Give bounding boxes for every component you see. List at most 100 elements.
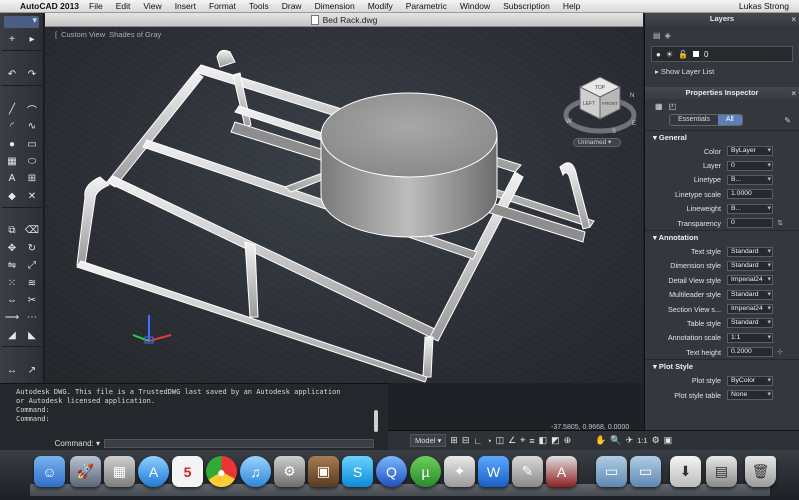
copy-icon[interactable]: ⧉ (2, 222, 22, 239)
prop-value-lineweight[interactable]: B... (727, 203, 773, 214)
chamfer-icon[interactable]: ◣ (22, 327, 42, 344)
rotate-icon[interactable]: ↻ (22, 240, 42, 257)
command-input[interactable] (104, 439, 374, 448)
zoom-icon[interactable]: 🔍 (610, 435, 621, 446)
prop-value-plot-style-table[interactable]: None (727, 390, 773, 401)
menu-subscription[interactable]: Subscription (503, 1, 550, 11)
leader-icon[interactable]: ↗ (22, 361, 42, 378)
prop-value-multileader-style[interactable]: Standard (727, 289, 773, 300)
chrome-icon[interactable]: ● (206, 456, 237, 487)
ortho-icon[interactable]: ∟ (473, 436, 482, 446)
current-layer-selector[interactable]: ● ☀ 🔓 0 (651, 46, 793, 62)
annotation-scale[interactable]: 1:1 (637, 436, 647, 445)
prop-value-annotation-scale[interactable]: 1:1 (727, 332, 773, 343)
break-icon[interactable]: ⋯ (22, 309, 42, 326)
prop-value-linetype-scale[interactable]: 1.0000 (727, 189, 773, 200)
stack-icon[interactable]: ▤ (706, 456, 737, 487)
growl-icon[interactable]: ✦ (444, 456, 475, 487)
tool-set-dropdown[interactable] (4, 15, 39, 28)
documents-folder-icon[interactable]: ▭ (630, 456, 661, 487)
hatch-icon[interactable]: ▦ (2, 153, 22, 170)
menu-view[interactable]: View (143, 1, 161, 11)
word-icon[interactable]: W (478, 456, 509, 487)
scale-icon[interactable]: ⤢ (22, 257, 42, 274)
quick-select-icon[interactable]: ◰ (669, 102, 677, 111)
move-icon[interactable]: ✥ (2, 240, 22, 257)
prop-value-linetype[interactable]: B... (727, 174, 773, 185)
new-layer-icon[interactable]: ▤ (653, 31, 661, 40)
prop-value-text-height[interactable]: 0.2000 (727, 347, 773, 358)
arc-icon[interactable]: ◜ (2, 118, 22, 135)
menu-edit[interactable]: Edit (116, 1, 131, 11)
otrack-icon[interactable]: ∠ (508, 435, 516, 446)
annotation-visibility-icon[interactable]: ✈ (626, 435, 634, 446)
workspace-icon[interactable]: ⚙ (652, 435, 660, 446)
prop-value-transparency[interactable]: 0 (727, 218, 773, 229)
edit-properties-icon[interactable]: ✎ (784, 116, 791, 125)
menu-draw[interactable]: Draw (282, 1, 302, 11)
section-plot-style[interactable]: ▾ Plot Style (645, 359, 799, 373)
ducs-icon[interactable]: ⌖ (520, 435, 525, 446)
grid-icon[interactable]: ⊞ (450, 435, 458, 446)
prop-value-text-style[interactable]: Standard (727, 246, 773, 257)
mission-control-icon[interactable]: ▦ (104, 456, 135, 487)
line-icon[interactable]: ╱ (2, 101, 22, 118)
command-scrollbar[interactable] (374, 410, 378, 432)
menu-format[interactable]: Format (209, 1, 236, 11)
menu-window[interactable]: Window (460, 1, 490, 11)
menu-parametric[interactable]: Parametric (406, 1, 447, 11)
trim-icon[interactable]: ✂ (22, 292, 42, 309)
prop-value-color[interactable]: ByLayer (727, 146, 773, 157)
quicktime-icon[interactable]: Q (376, 456, 407, 487)
erase-icon[interactable]: ⌫ (22, 222, 42, 239)
menu-tools[interactable]: Tools (249, 1, 269, 11)
menu-insert[interactable]: Insert (175, 1, 196, 11)
menu-dimension[interactable]: Dimension (315, 1, 355, 11)
applications-folder-icon[interactable]: ▭ (596, 456, 627, 487)
transparency-stepper-icon[interactable]: ⇅ (773, 219, 787, 227)
lineweight-icon[interactable]: ≡ (529, 436, 534, 446)
extend-icon[interactable]: ⟶ (2, 309, 22, 326)
prop-value-layer[interactable]: 0 (727, 160, 773, 171)
ucs-dropdown[interactable]: Unnamed ▾ (573, 138, 621, 147)
ellipse-icon[interactable]: ⬭ (22, 153, 42, 170)
clean-screen-icon[interactable]: ▣ (664, 435, 673, 446)
circle-icon[interactable]: ● (2, 135, 22, 152)
section-general[interactable]: ▾ General (645, 130, 799, 144)
autocad-icon[interactable]: A (546, 456, 577, 487)
text-icon[interactable]: A (2, 170, 22, 187)
stretch-icon[interactable]: ⇔ (2, 292, 22, 309)
preview-icon[interactable]: ✎ (512, 456, 543, 487)
prop-value-plot-style[interactable]: ByColor (727, 375, 773, 386)
offset-icon[interactable]: ≋ (22, 274, 42, 291)
menu-file[interactable]: File (89, 1, 103, 11)
launchpad-icon[interactable]: 🚀 (70, 456, 101, 487)
itunes-icon[interactable]: ♫ (240, 456, 271, 487)
flyout-icon[interactable]: ▸ (22, 31, 42, 48)
osnap-icon[interactable]: ◫ (496, 435, 505, 446)
transparency-icon[interactable]: ◧ (539, 435, 548, 446)
section-annotation[interactable]: ▾ Annotation (645, 230, 799, 244)
prop-value-detail-view-style[interactable]: Imperial24 (727, 275, 773, 286)
system-preferences-icon[interactable]: ⚙ (274, 456, 305, 487)
trash-icon[interactable]: 🗑 (745, 456, 776, 487)
object-icon[interactable]: ▦ (655, 102, 663, 111)
skype-icon[interactable]: S (342, 456, 373, 487)
menu-modify[interactable]: Modify (368, 1, 393, 11)
prop-value-dimension-style[interactable]: Standard (727, 260, 773, 271)
rectangle-icon[interactable]: ▭ (22, 135, 42, 152)
model-layout-button[interactable]: Model ▾ (410, 434, 447, 447)
point-icon[interactable]: ✕ (22, 188, 42, 205)
pan-icon[interactable]: ✋ (595, 435, 606, 446)
prop-value-table-style[interactable]: Standard (727, 318, 773, 329)
iphoto-icon[interactable]: ▣ (308, 456, 339, 487)
fillet-icon[interactable]: ◢ (2, 327, 22, 344)
layer-state-icon[interactable]: ◈ (665, 31, 671, 40)
close-icon[interactable]: × (791, 14, 796, 26)
polar-icon[interactable]: ◔ (486, 436, 491, 446)
viewcube[interactable]: TOP LEFT FRONT N E S W (560, 67, 640, 147)
polyline-icon[interactable]: ⌒ (22, 101, 42, 118)
snap-icon[interactable]: ⊟ (462, 435, 470, 446)
downloads-stack-icon[interactable]: ⬇ (670, 456, 701, 487)
calendar-icon[interactable]: 5 (172, 456, 203, 487)
